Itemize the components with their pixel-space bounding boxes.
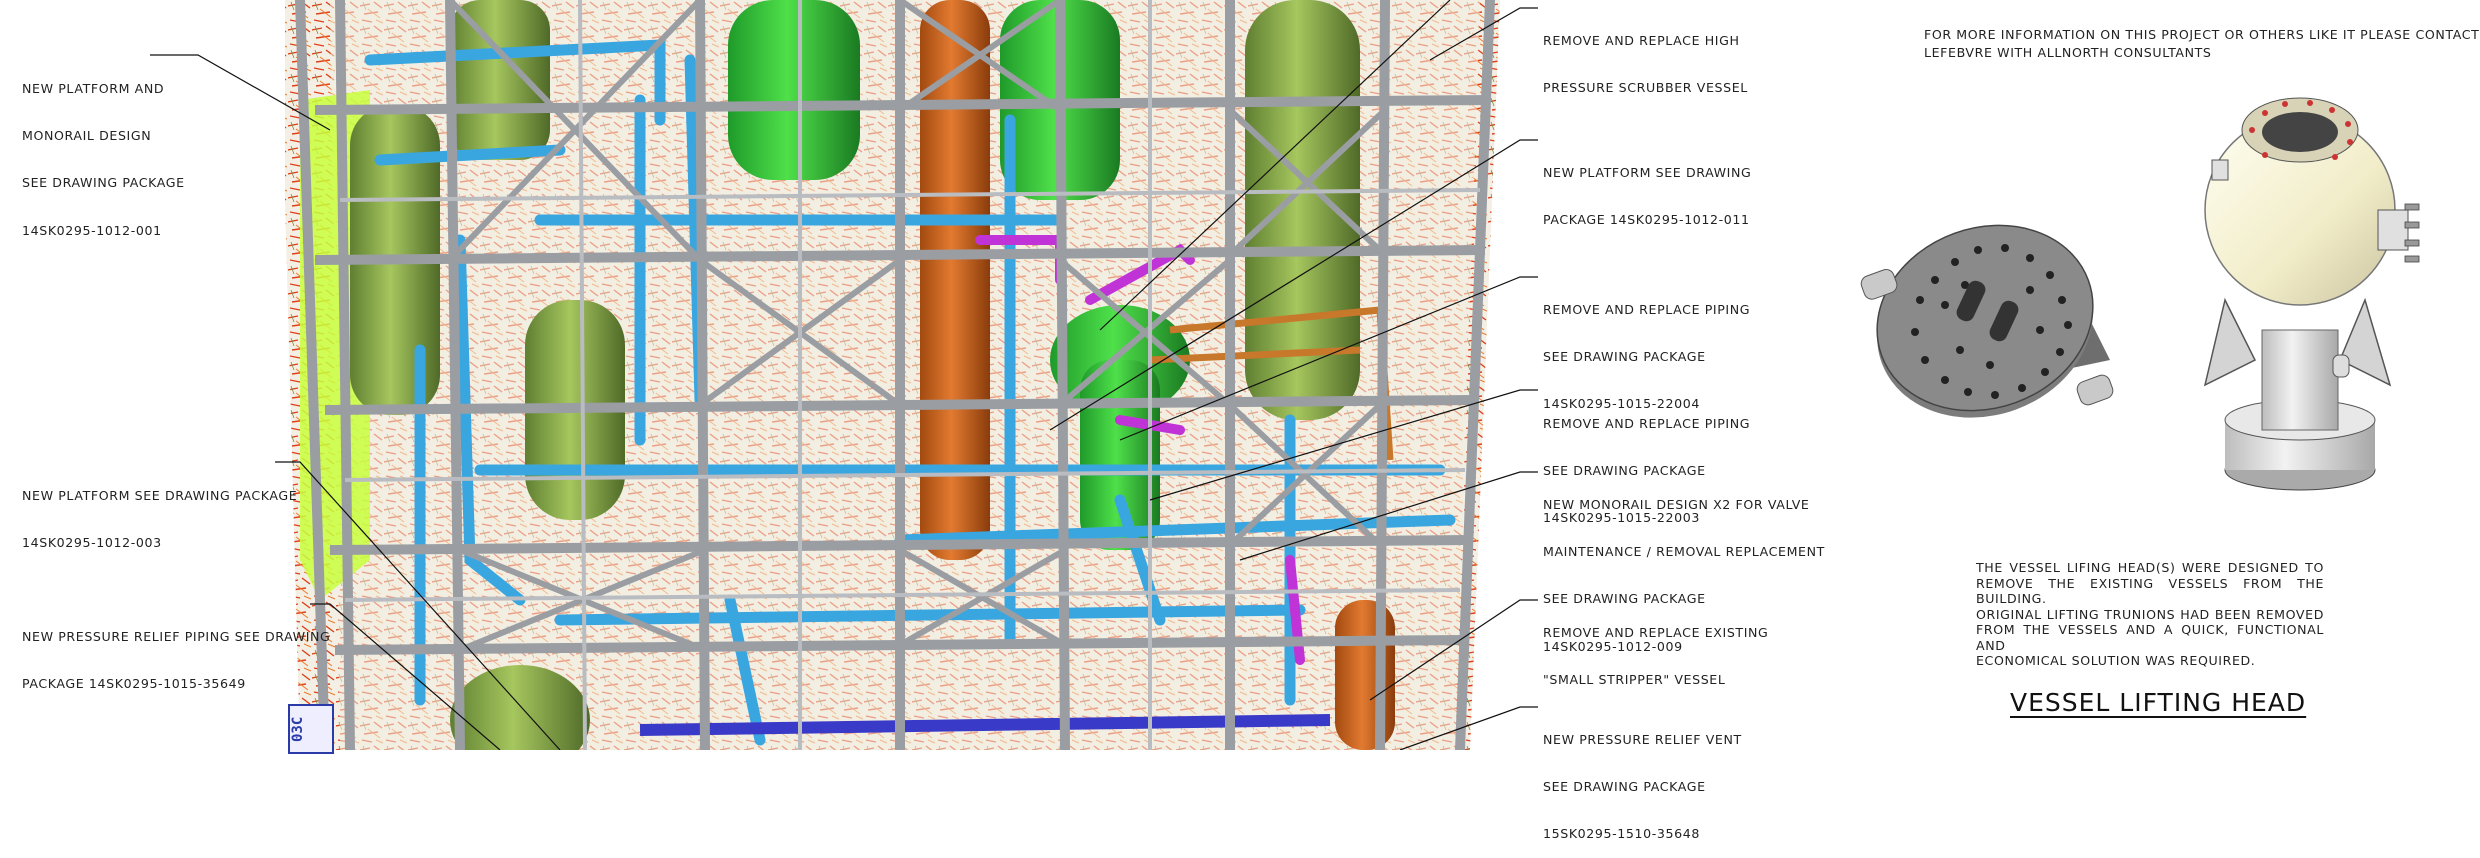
callout-new-platform-003: NEW PLATFORM SEE DRAWING PACKAGE 14SK029… <box>22 487 298 550</box>
callout-new-platform-011: NEW PLATFORM SEE DRAWING PACKAGE 14SK029… <box>1543 164 1752 227</box>
plant-model-illustration <box>285 0 1500 750</box>
drawing-stamp: 03C <box>288 704 334 754</box>
contact-info: FOR MORE INFORMATION ON THIS PROJECT OR … <box>1924 27 2480 60</box>
callout-new-platform-monorail: NEW PLATFORM AND MONORAIL DESIGN SEE DRA… <box>22 80 185 238</box>
lifting-head-illustration <box>2203 97 2420 491</box>
lifting-head-description: THE VESSEL LIFING HEAD(S) WERE DESIGNED … <box>1976 560 2324 668</box>
callout-scrubber-vessel: REMOVE AND REPLACE HIGH PRESSURE SCRUBBE… <box>1543 32 1748 95</box>
callout-relief-vent: NEW PRESSURE RELIEF VENT SEE DRAWING PAC… <box>1543 731 1742 842</box>
callout-pressure-relief-piping: NEW PRESSURE RELIEF PIPING SEE DRAWING P… <box>22 628 331 691</box>
drawing-title: VESSEL LIFTING HEAD <box>2010 688 2307 717</box>
lifting-plate-illustration <box>1860 224 2114 418</box>
callout-small-stripper: REMOVE AND REPLACE EXISTING "SMALL STRIP… <box>1543 624 1769 687</box>
